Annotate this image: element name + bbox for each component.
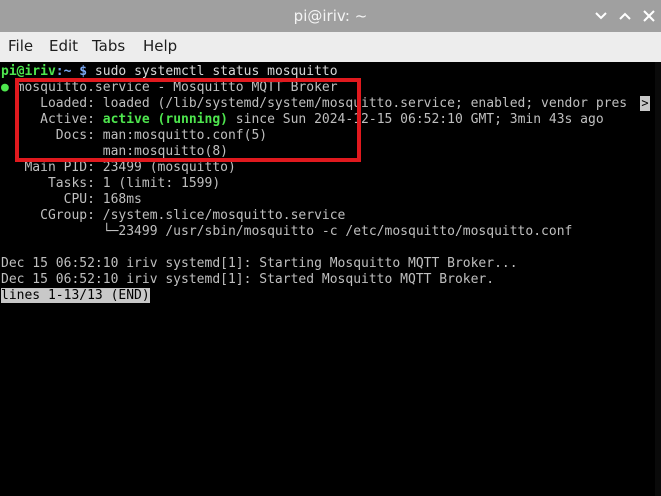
menu-file[interactable]: File (8, 32, 33, 62)
terminal-window: pi@iriv: ~ File Edit Tabs Help pi@iriv:~… (0, 0, 661, 496)
highlight-box (15, 78, 361, 162)
prompt-command: sudo systemctl status mosquitto (87, 64, 338, 79)
scrollbar[interactable] (655, 62, 661, 496)
menu-help[interactable]: Help (143, 32, 177, 62)
log-line: Dec 15 06:52:10 iriv systemd[1]: Started… (1, 272, 495, 287)
truncation-marker: > (640, 96, 650, 111)
window-title: pi@iriv: ~ (293, 7, 368, 25)
log-line: Dec 15 06:52:10 iriv systemd[1]: Startin… (1, 256, 518, 271)
minimize-icon[interactable] (593, 9, 609, 23)
main-pid-line: Main PID: 23499 (mosquitto) (1, 160, 236, 175)
menu-bar: File Edit Tabs Help (0, 32, 661, 62)
menu-tabs[interactable]: Tabs (92, 32, 125, 62)
pager-status: lines 1-13/13 (END) (1, 288, 150, 304)
menu-edit[interactable]: Edit (49, 32, 78, 62)
prompt-user-host: pi@iriv (1, 64, 56, 79)
pager-status-text: lines 1-13/13 (END) (1, 288, 150, 303)
status-dot-icon: ● (1, 80, 9, 95)
cpu-line: CPU: 168ms (1, 192, 142, 207)
title-bar[interactable]: pi@iriv: ~ (0, 0, 661, 32)
cgroup-line: CGroup: /system.slice/mosquitto.service (1, 208, 346, 223)
cgroup-process-line: └─23499 /usr/sbin/mosquitto -c /etc/mosq… (1, 224, 573, 239)
tasks-line: Tasks: 1 (limit: 1599) (1, 176, 221, 191)
maximize-icon[interactable] (617, 9, 633, 23)
prompt-path: :~ $ (55, 64, 88, 79)
close-icon[interactable] (641, 9, 657, 23)
